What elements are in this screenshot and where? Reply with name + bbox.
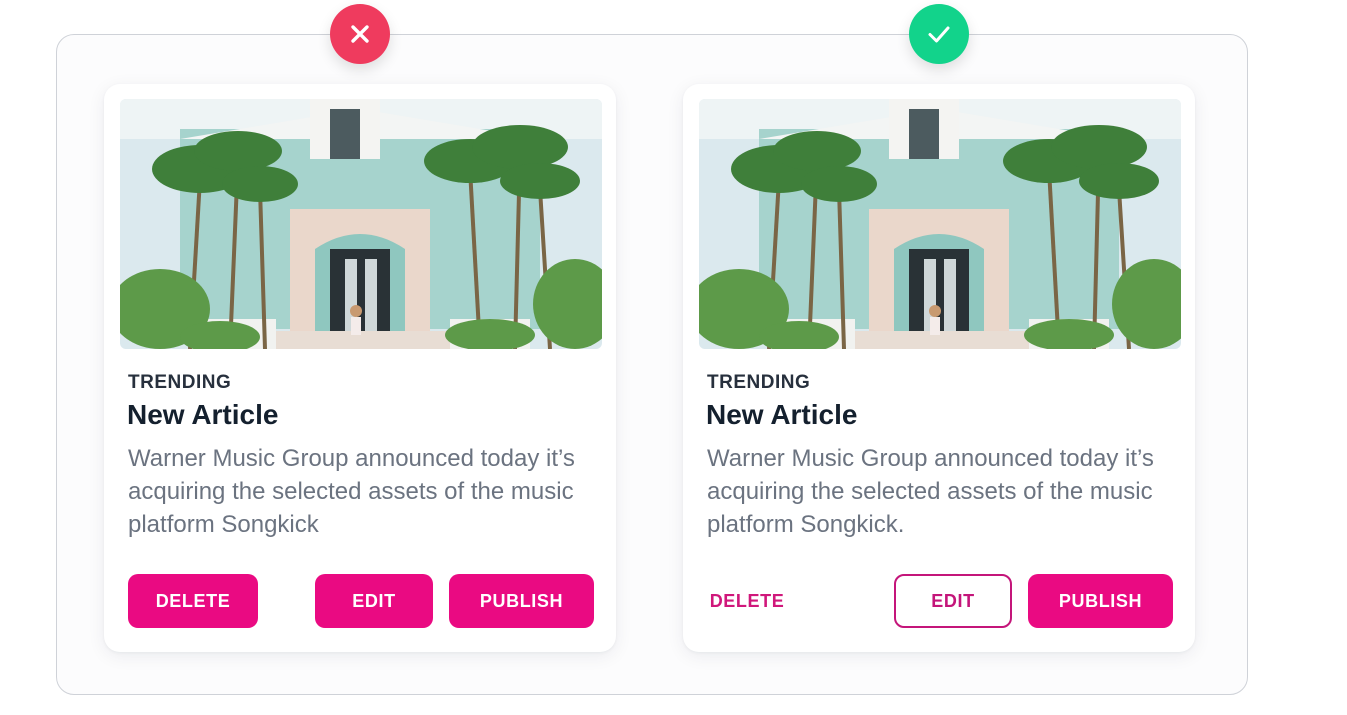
article-title: New Article (706, 399, 858, 430)
delete-button[interactable]: DELETE (709, 574, 785, 628)
publish-button[interactable]: PUBLISH (449, 574, 594, 628)
check-icon (928, 26, 950, 43)
close-icon (351, 25, 369, 43)
correct-badge (909, 4, 969, 64)
incorrect-badge (330, 4, 390, 64)
category-label: TRENDING (707, 372, 811, 393)
delete-button[interactable]: DELETE (128, 574, 258, 628)
category-label: TRENDING (128, 372, 232, 393)
edit-button[interactable]: EDIT (894, 574, 1012, 628)
article-image (120, 99, 602, 349)
article-image (699, 99, 1181, 349)
publish-button[interactable]: PUBLISH (1028, 574, 1173, 628)
article-card-incorrect: TRENDING New Article Warner Music Group … (104, 84, 616, 652)
article-title: New Article (127, 399, 279, 430)
article-summary: Warner Music Group announced today it’s … (128, 445, 575, 538)
article-card-correct: TRENDING New Article Warner Music Group … (683, 84, 1195, 652)
article-summary: Warner Music Group announced today it’s … (707, 445, 1154, 538)
edit-button[interactable]: EDIT (315, 574, 433, 628)
